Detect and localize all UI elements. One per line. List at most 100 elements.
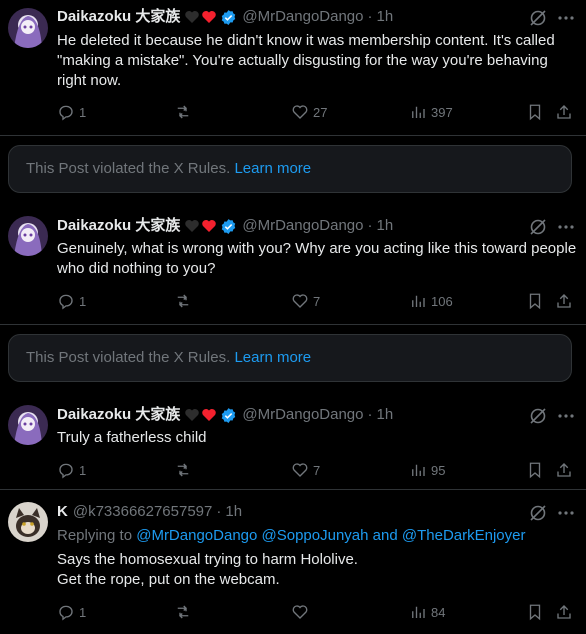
reply-icon — [59, 105, 73, 121]
bookmark-icon — [529, 293, 541, 310]
more-icon[interactable] — [556, 406, 576, 426]
black-heart-icon — [184, 407, 200, 423]
views-button[interactable]: 95 — [409, 460, 445, 480]
repost-icon — [177, 605, 189, 619]
reply-button[interactable]: 1 — [57, 460, 86, 480]
replying-to: Replying to @MrDangoDango @SoppoJunyah a… — [57, 526, 525, 546]
handle[interactable]: @MrDangoDango — [242, 405, 363, 425]
like-button[interactable]: 7 — [291, 460, 320, 480]
black-heart-icon — [184, 218, 200, 234]
views-count: 106 — [431, 293, 453, 309]
like-button[interactable]: 27 — [291, 102, 327, 122]
action-bar: 1 7 106 — [57, 291, 577, 311]
bookmark-button[interactable] — [526, 602, 548, 622]
post-1[interactable]: Daikazoku 大家族 @MrDangoDango · 1h He dele… — [0, 0, 586, 135]
views-count: 397 — [431, 104, 453, 120]
reply-count: 1 — [79, 604, 87, 620]
timestamp[interactable]: 1h — [377, 7, 394, 27]
black-heart-icon — [184, 9, 200, 25]
bookmark-button[interactable] — [526, 460, 548, 480]
repost-icon — [177, 105, 189, 119]
reply-count: 1 — [79, 293, 87, 309]
like-button[interactable]: 7 — [291, 291, 320, 311]
avatar[interactable] — [8, 502, 48, 542]
grok-icon[interactable] — [528, 217, 548, 237]
action-bar: 1 84 — [57, 602, 577, 622]
reply-button[interactable]: 1 — [57, 291, 86, 311]
share-icon — [557, 463, 571, 477]
share-button[interactable] — [555, 460, 577, 480]
grok-icon[interactable] — [528, 503, 548, 523]
repost-button[interactable] — [174, 102, 196, 122]
action-bar: 1 27 397 — [57, 102, 577, 122]
display-name[interactable]: Daikazoku 大家族 — [57, 7, 180, 27]
handle[interactable]: @MrDangoDango — [242, 7, 363, 27]
mention-conjunction[interactable]: and — [373, 527, 398, 544]
red-heart-icon — [201, 9, 217, 25]
views-count: 84 — [431, 604, 446, 620]
more-icon[interactable] — [556, 8, 576, 28]
separator-dot: · — [367, 8, 373, 25]
mention-link[interactable]: @SoppoJunyah — [262, 527, 369, 544]
bookmark-button[interactable] — [526, 291, 548, 311]
like-button[interactable] — [291, 602, 313, 622]
heart-icon — [292, 605, 308, 619]
reply-button[interactable]: 1 — [57, 102, 86, 122]
post-text: Says the homosexual trying to harm Holol… — [57, 551, 358, 588]
share-button[interactable] — [555, 102, 577, 122]
divider — [0, 135, 586, 136]
reply-button[interactable]: 1 — [57, 602, 86, 622]
views-button[interactable]: 106 — [409, 291, 453, 311]
views-icon — [412, 106, 425, 118]
avatar[interactable] — [8, 216, 48, 256]
repost-button[interactable] — [174, 460, 196, 480]
more-icon[interactable] — [556, 503, 576, 523]
separator-dot: · — [367, 217, 373, 234]
bookmark-icon — [529, 104, 541, 121]
verified-badge-icon[interactable] — [220, 407, 237, 424]
post-3[interactable]: Daikazoku 大家族 @MrDangoDango · 1h Truly a… — [0, 389, 586, 489]
verified-badge-icon[interactable] — [220, 9, 237, 26]
post-2[interactable]: Daikazoku 大家族 @MrDangoDango · 1h Genuine… — [0, 200, 586, 325]
share-button[interactable] — [555, 602, 577, 622]
action-bar: 1 7 95 — [57, 460, 577, 480]
like-count: 27 — [313, 104, 328, 120]
learn-more-link[interactable]: Learn more — [234, 349, 311, 366]
post-4[interactable]: K @k73366627657597 · 1h Replying to @MrD… — [0, 490, 586, 634]
share-icon — [557, 605, 571, 619]
reply-count: 1 — [79, 462, 87, 478]
repost-button[interactable] — [174, 291, 196, 311]
reply-count: 1 — [79, 104, 87, 120]
repost-icon — [177, 294, 189, 308]
repost-button[interactable] — [174, 602, 196, 622]
timestamp[interactable]: 1h — [377, 216, 394, 236]
share-button[interactable] — [555, 291, 577, 311]
views-icon — [412, 464, 425, 476]
more-icon[interactable] — [556, 217, 576, 237]
timestamp[interactable]: 1h — [377, 405, 394, 425]
learn-more-link[interactable]: Learn more — [234, 160, 311, 177]
views-count: 95 — [431, 462, 446, 478]
bookmark-icon — [529, 462, 541, 479]
display-name[interactable]: Daikazoku 大家族 — [57, 405, 180, 425]
bookmark-button[interactable] — [526, 102, 548, 122]
reply-icon — [59, 294, 73, 310]
heart-icon — [292, 105, 308, 119]
timestamp[interactable]: 1h — [225, 502, 242, 522]
views-button[interactable]: 397 — [409, 102, 453, 122]
mention-link[interactable]: @MrDangoDango — [136, 527, 257, 544]
views-button[interactable]: 84 — [409, 602, 445, 622]
avatar[interactable] — [8, 405, 48, 445]
reply-icon — [59, 463, 73, 479]
mention-link[interactable]: @TheDarkEnjoyer — [402, 527, 526, 544]
handle[interactable]: @MrDangoDango — [242, 216, 363, 236]
avatar[interactable] — [8, 8, 48, 48]
verified-badge-icon[interactable] — [220, 218, 237, 235]
display-name[interactable]: K — [57, 502, 68, 522]
grok-icon[interactable] — [528, 8, 548, 28]
display-name[interactable]: Daikazoku 大家族 — [57, 216, 180, 236]
notice-text: This Post violated the X Rules. — [26, 349, 235, 366]
grok-icon[interactable] — [528, 406, 548, 426]
like-count: 7 — [313, 293, 321, 309]
handle[interactable]: @k73366627657597 — [73, 502, 213, 522]
